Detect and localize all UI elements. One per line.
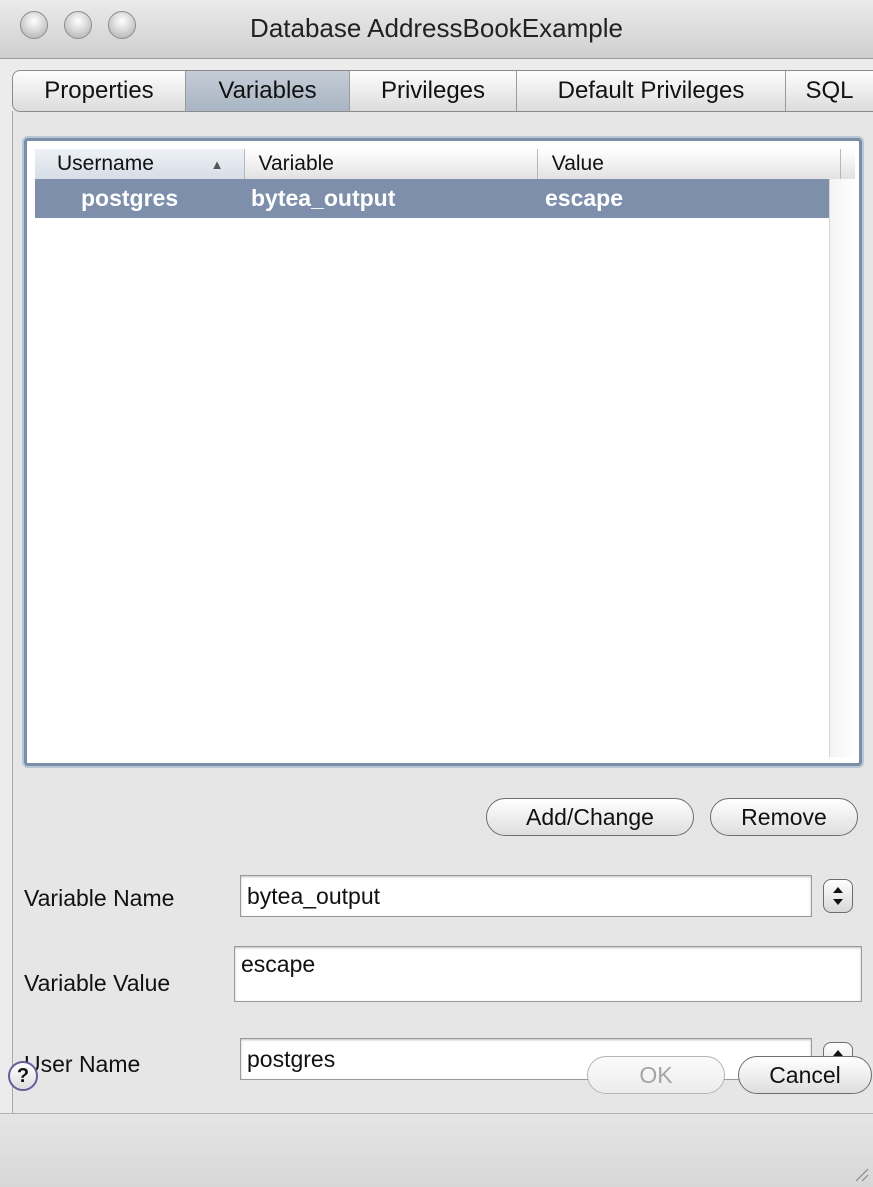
- tab-sql[interactable]: SQL: [786, 71, 873, 111]
- variable-name-label: Variable Name: [24, 885, 175, 911]
- add-change-button[interactable]: Add/Change: [486, 798, 694, 836]
- help-button[interactable]: ?: [8, 1061, 38, 1091]
- cell-variable: bytea_output: [251, 185, 396, 211]
- column-header-filler: [841, 149, 855, 179]
- column-header-label: Variable: [258, 152, 335, 175]
- dialog-window: Database AddressBookExample Properties V…: [0, 0, 873, 1187]
- window-title: Database AddressBookExample: [250, 13, 623, 43]
- tab-variables[interactable]: Variables: [186, 71, 350, 111]
- remove-button[interactable]: Remove: [710, 798, 858, 836]
- resize-grip-icon[interactable]: [853, 1166, 869, 1182]
- tab-default-privileges[interactable]: Default Privileges: [517, 71, 786, 111]
- title-bar[interactable]: Database AddressBookExample: [0, 0, 873, 59]
- user-name-label: User Name: [24, 1051, 141, 1077]
- tab-bar: Properties Variables Privileges Default …: [12, 70, 873, 112]
- variable-value-label: Variable Value: [24, 970, 171, 996]
- variable-value-input[interactable]: escape: [234, 946, 862, 1002]
- up-down-arrows-icon: [833, 887, 843, 905]
- table-row[interactable]: postgres bytea_output escape: [35, 179, 829, 218]
- column-header-variable[interactable]: Variable: [245, 149, 538, 179]
- cell-value: escape: [545, 185, 624, 211]
- tab-properties[interactable]: Properties: [13, 71, 186, 111]
- sort-ascending-icon: ▲: [210, 157, 224, 172]
- ok-button[interactable]: OK: [587, 1056, 725, 1094]
- column-header-label: Value: [551, 152, 604, 175]
- variables-table[interactable]: Username ▲ Variable Value postgres bytea…: [24, 138, 862, 766]
- bottom-bar: [0, 1113, 873, 1187]
- variable-name-input[interactable]: [240, 875, 812, 917]
- table-header: Username ▲ Variable Value: [35, 149, 855, 180]
- cell-username: postgres: [81, 185, 179, 211]
- variable-name-dropdown-button[interactable]: [823, 879, 853, 913]
- user-name-input[interactable]: [240, 1038, 812, 1080]
- column-header-label: Username: [57, 152, 154, 175]
- cancel-button[interactable]: Cancel: [738, 1056, 872, 1094]
- column-header-value[interactable]: Value: [538, 149, 841, 179]
- tab-privileges[interactable]: Privileges: [350, 71, 517, 111]
- column-header-username[interactable]: Username ▲: [35, 149, 245, 179]
- table-scrollbar[interactable]: [829, 179, 856, 757]
